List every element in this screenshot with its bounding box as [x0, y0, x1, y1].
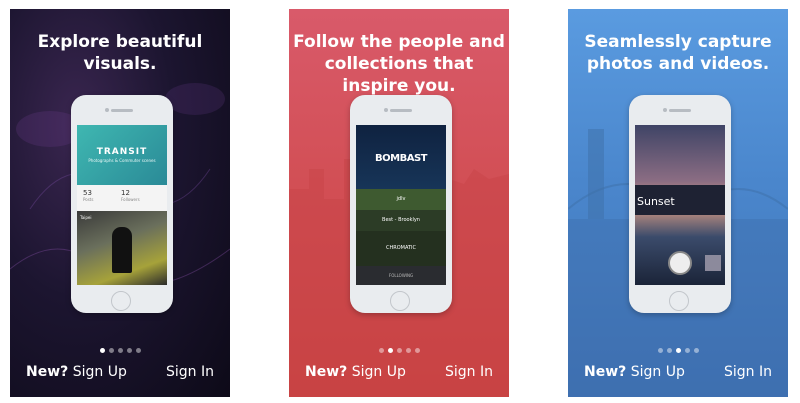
page-dot-2[interactable]: [108, 348, 114, 353]
phone-screen: BOMBAST jdlv Best - Brooklyn CHROMATIC F…: [356, 125, 446, 285]
onboarding-card-capture: Seamlessly capture photos and videos. Su…: [568, 9, 788, 397]
onboarding-card-explore: Explore beautiful visuals. TRANSIT Photo…: [10, 9, 230, 397]
page-dot-3[interactable]: [396, 348, 402, 353]
page-dot-5[interactable]: [135, 348, 141, 353]
stat-followers-value: 12: [121, 189, 130, 197]
stat-posts: 53 Posts: [83, 189, 93, 202]
page-dot-1[interactable]: [99, 348, 105, 353]
signin-link[interactable]: Sign In: [445, 364, 493, 380]
camera-dot: [663, 108, 667, 112]
following-tab[interactable]: FOLLOWING: [356, 266, 446, 285]
collection-row[interactable]: CHROMATIC: [356, 231, 446, 266]
person-silhouette: [112, 227, 132, 273]
phone-mockup: BOMBAST jdlv Best - Brooklyn CHROMATIC F…: [350, 95, 452, 313]
signin-link[interactable]: Sign In: [166, 364, 214, 380]
stat-followers: 12 Followers: [121, 189, 140, 202]
headline: Seamlessly capture photos and videos.: [584, 32, 772, 74]
speaker-grille: [390, 109, 412, 112]
collection-title: TRANSIT: [96, 147, 148, 157]
signup-label: Sign Up: [351, 364, 406, 380]
page-dot-4[interactable]: [405, 348, 411, 353]
page-dot-1[interactable]: [657, 348, 663, 353]
phone-mockup: Sunset: [629, 95, 731, 313]
page-indicator: [10, 338, 230, 357]
page-dot-4[interactable]: [126, 348, 132, 353]
signup-label: Sign Up: [630, 364, 685, 380]
signin-link[interactable]: Sign In: [724, 364, 772, 380]
gallery-thumbnail[interactable]: [705, 255, 721, 271]
photo-caption: Taipei: [80, 215, 92, 220]
phone-screen: TRANSIT Photographs & Commuter scenes 53…: [77, 125, 167, 285]
page-indicator: [289, 338, 509, 357]
signup-label: Sign Up: [72, 364, 127, 380]
phone-mockup: TRANSIT Photographs & Commuter scenes 53…: [71, 95, 173, 313]
headline: Explore beautiful visuals.: [37, 32, 203, 74]
onboarding-card-follow: Follow the people and collections that i…: [289, 9, 509, 397]
page-dot-2[interactable]: [387, 348, 393, 353]
new-prefix: New?: [305, 364, 348, 380]
home-button: [111, 291, 131, 311]
home-button: [669, 291, 689, 311]
signup-link[interactable]: New? Sign Up: [305, 364, 406, 380]
stat-followers-label: Followers: [121, 197, 140, 202]
stat-posts-value: 53: [83, 189, 92, 197]
collection-title: BOMBAST: [375, 153, 427, 164]
camera-viewfinder: Sunset: [635, 125, 725, 285]
speaker-grille: [111, 109, 133, 112]
shutter-button[interactable]: [668, 251, 692, 275]
page-dot-5[interactable]: [414, 348, 420, 353]
headline: Follow the people and collections that i…: [293, 32, 505, 96]
page-dot-2[interactable]: [666, 348, 672, 353]
collection-row[interactable]: jdlv: [356, 189, 446, 210]
home-button: [390, 291, 410, 311]
stat-posts-label: Posts: [83, 197, 94, 202]
page-dot-5[interactable]: [693, 348, 699, 353]
collection-row[interactable]: Best - Brooklyn: [356, 210, 446, 231]
camera-dot: [105, 108, 109, 112]
filter-label: Sunset: [637, 195, 675, 208]
signup-link[interactable]: New? Sign Up: [584, 364, 685, 380]
page-dot-3[interactable]: [117, 348, 123, 353]
signup-link[interactable]: New? Sign Up: [26, 364, 127, 380]
stats-bar: 53 Posts 12 Followers: [77, 185, 167, 211]
page-dot-3[interactable]: [675, 348, 681, 353]
page-dot-1[interactable]: [378, 348, 384, 353]
page-indicator: [568, 338, 788, 357]
collection-subtitle: Photographs & Commuter scenes: [88, 158, 156, 163]
page-dot-4[interactable]: [684, 348, 690, 353]
new-prefix: New?: [26, 364, 69, 380]
speaker-grille: [669, 109, 691, 112]
camera-dot: [384, 108, 388, 112]
new-prefix: New?: [584, 364, 627, 380]
